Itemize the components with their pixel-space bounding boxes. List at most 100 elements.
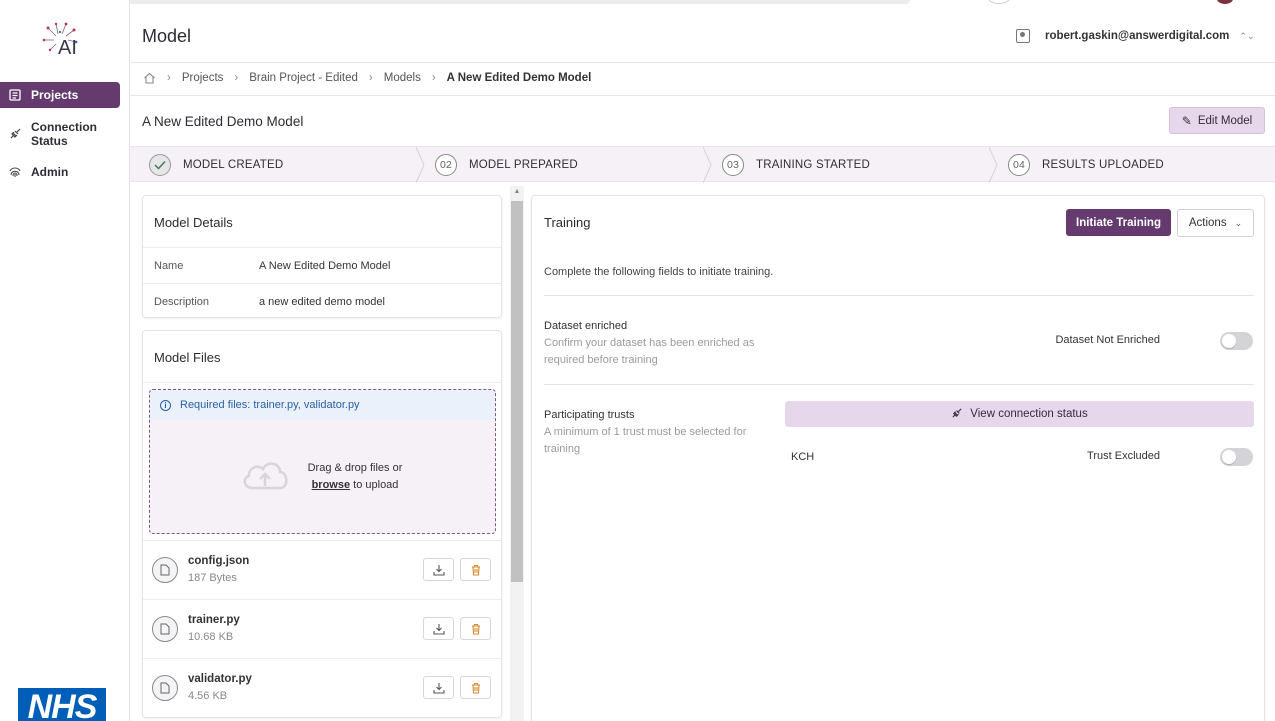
sidebar: AI Projects Connection Status Admin NHS [0, 0, 130, 721]
download-icon [432, 682, 445, 694]
browse-link[interactable]: browse [312, 479, 351, 491]
chevron-updown-icon: ⌃⌄ [1239, 30, 1255, 41]
dataset-enriched-toggle[interactable] [1220, 332, 1253, 350]
step-model-created: MODEL CREATED [149, 147, 283, 183]
logo-text: AI [58, 37, 77, 59]
download-button[interactable] [423, 558, 454, 581]
drop-text: Drag & drop files or [307, 462, 403, 474]
pencil-icon: ✎ [1181, 113, 1192, 128]
step-number: 04 [1008, 154, 1030, 176]
participating-trusts-help: A minimum of 1 trust must be selected fo… [544, 426, 747, 455]
sidebar-item-label: Projects [31, 88, 79, 102]
step-training-started: 03 TRAINING STARTED [722, 147, 870, 183]
chevron-right-icon: › [234, 72, 239, 84]
divider [143, 382, 501, 383]
divider [544, 295, 1254, 296]
home-icon[interactable] [143, 72, 156, 84]
upload-text: to upload [353, 479, 399, 491]
edit-model-label: Edit Model [1197, 114, 1253, 127]
detail-value: a new edited demo model [259, 295, 385, 308]
step-divider [416, 147, 425, 183]
sidebar-item-projects[interactable]: Projects [0, 82, 120, 108]
detail-key: Description [154, 295, 210, 308]
step-label: TRAINING STARTED [756, 159, 870, 171]
dropzone-text: Drag & drop files or browse to upload [300, 460, 410, 494]
nhs-logo: NHS [18, 688, 106, 721]
user-email: robert.gaskin@answerdigital.com [1045, 30, 1230, 42]
dataset-enriched-label: Dataset enriched [544, 320, 628, 332]
file-row-config: config.json 187 Bytes [143, 540, 501, 599]
user-menu[interactable]: robert.gaskin@answerdigital.com ⌃⌄ [1016, 29, 1255, 43]
file-name: trainer.py [188, 614, 240, 626]
page-title: Model [142, 26, 192, 46]
sidebar-item-admin[interactable]: Admin [0, 162, 120, 182]
file-row-validator: validator.py 4.56 KB [143, 658, 501, 717]
card-title: Model Files [154, 350, 221, 365]
required-files-text: Required files: trainer.py, validator.py [180, 399, 360, 411]
divider [544, 384, 1254, 385]
file-icon [152, 675, 178, 701]
step-results-uploaded: 04 RESULTS UPLOADED [1008, 147, 1164, 183]
training-title: Training [544, 215, 591, 230]
detail-value: A New Edited Demo Model [259, 259, 391, 272]
file-name: config.json [188, 555, 250, 567]
step-model-prepared: 02 MODEL PREPARED [435, 147, 578, 183]
model-files-card: Model Files i Required files: trainer.py… [142, 330, 502, 718]
step-label: RESULTS UPLOADED [1042, 159, 1164, 171]
actions-label: Actions [1188, 217, 1227, 229]
fingerprint-icon [8, 165, 22, 179]
step-number: 02 [435, 154, 457, 176]
download-icon [432, 564, 445, 576]
sidebar-item-label: Admin [31, 165, 69, 179]
trash-icon [471, 682, 480, 694]
top-control [988, 0, 1010, 4]
delete-button[interactable] [460, 617, 491, 640]
check-icon [149, 154, 171, 176]
app-logo[interactable]: AI [40, 20, 84, 60]
breadcrumb-project[interactable]: Brain Project - Edited [249, 72, 358, 84]
file-icon [152, 616, 178, 642]
participating-trusts-label: Participating trusts [544, 409, 635, 421]
chevron-right-icon: › [368, 72, 373, 84]
model-details-card: Model Details Name A New Edited Demo Mod… [142, 195, 502, 318]
plug-icon [8, 126, 22, 140]
divider [130, 62, 1275, 63]
download-button[interactable] [423, 617, 454, 640]
sidebar-item-connection-status[interactable]: Connection Status [0, 120, 120, 150]
breadcrumb-models[interactable]: Models [384, 72, 421, 84]
file-icon [152, 557, 178, 583]
trust-toggle[interactable] [1220, 448, 1253, 466]
scroll-up-arrow[interactable]: ▲ [510, 186, 524, 198]
card-title: Model Details [154, 215, 233, 230]
chevron-right-icon: › [431, 72, 436, 84]
file-dropzone[interactable]: i Required files: trainer.py, validator.… [149, 389, 496, 534]
view-connection-label: View connection status [970, 408, 1088, 420]
top-avatar [1217, 0, 1233, 4]
browser-strip [100, 0, 910, 4]
breadcrumb-projects[interactable]: Projects [182, 72, 224, 84]
dataset-enriched-help: Confirm your dataset has been enriched a… [544, 337, 755, 366]
edit-model-button[interactable]: ✎ Edit Model [1169, 107, 1265, 134]
detail-row-description: Description a new edited demo model [143, 283, 501, 319]
file-size: 4.56 KB [188, 690, 228, 702]
scrollbar-thumb[interactable] [511, 201, 523, 582]
info-icon: i [160, 399, 171, 411]
dataset-toggle-label: Dataset Not Enriched [1055, 334, 1160, 346]
detail-key: Name [154, 259, 184, 272]
breadcrumb-current: A New Edited Demo Model [446, 72, 592, 84]
delete-button[interactable] [460, 676, 491, 699]
progress-stepper: MODEL CREATED 02 MODEL PREPARED 03 TRAIN… [130, 146, 1275, 183]
initiate-training-button[interactable]: Initiate Training [1066, 209, 1171, 236]
view-connection-status-button[interactable]: View connection status [785, 401, 1254, 427]
file-row-trainer: trainer.py 10.68 KB [143, 599, 501, 658]
step-label: MODEL CREATED [183, 159, 284, 171]
download-button[interactable] [423, 676, 454, 699]
plug-icon [951, 407, 963, 422]
delete-button[interactable] [460, 558, 491, 581]
divider [130, 95, 1275, 96]
download-icon [432, 623, 445, 635]
training-instructions: Complete the following fields to initiat… [544, 266, 774, 278]
user-icon [1016, 29, 1030, 43]
actions-dropdown[interactable]: Actions ⌄ [1177, 209, 1254, 237]
trust-name: KCH [791, 451, 815, 463]
